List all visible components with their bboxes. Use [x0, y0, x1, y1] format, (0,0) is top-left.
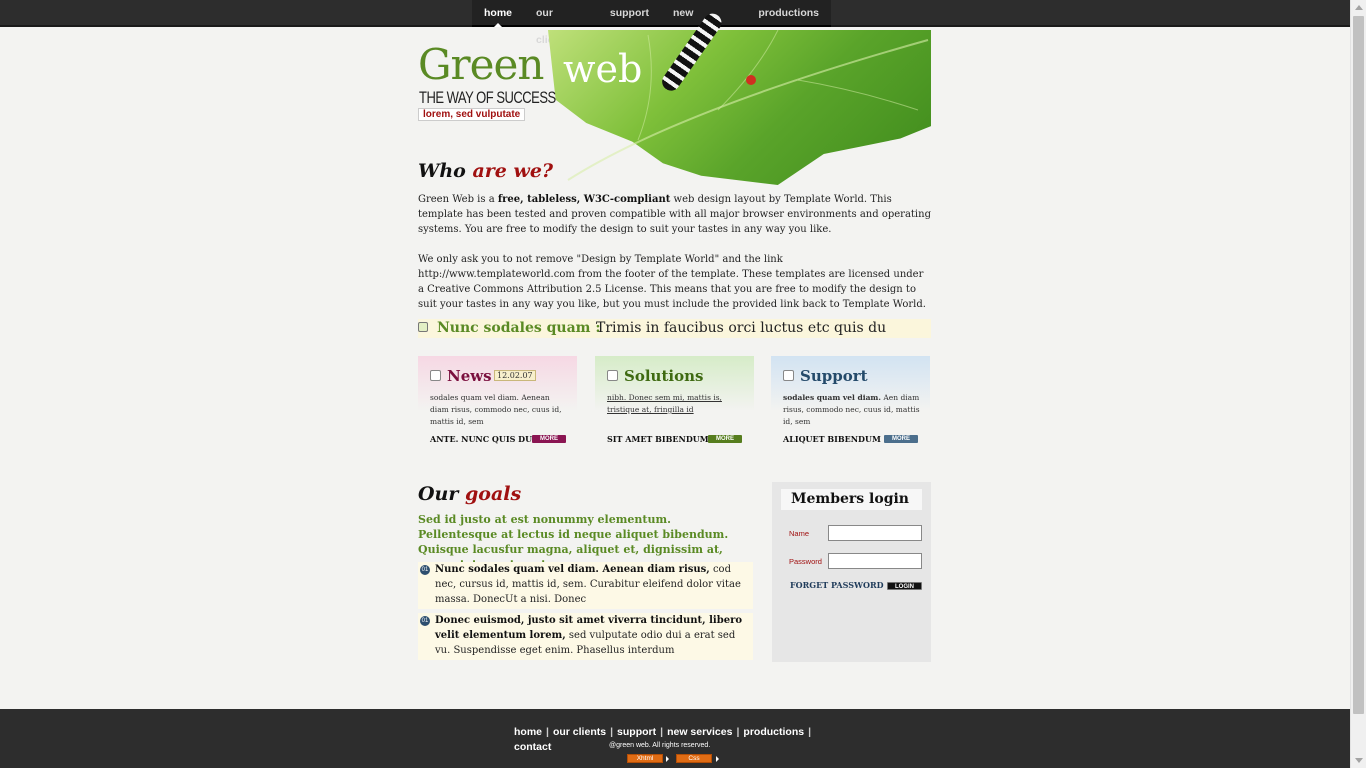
news-icon: [430, 370, 441, 381]
footer: home | our clients | support | new services | pr…: [0, 709, 1350, 768]
news-title: News: [447, 367, 492, 385]
nav-home[interactable]: home: [472, 0, 524, 27]
news-date: 12.02.07: [494, 370, 536, 381]
goal-text: Donec euismod, justo sit amet viverra ti…: [435, 613, 751, 658]
arrow-right-icon: [666, 756, 669, 762]
scroll-down-arrow-icon[interactable]: [1355, 758, 1363, 763]
logo-green-text: Green: [418, 40, 544, 89]
news-box: News 12.02.07 sodales quam vel diam. Aen…: [418, 356, 577, 456]
separator: |: [660, 726, 664, 738]
password-input[interactable]: [828, 553, 922, 569]
intro-paragraph: Green Web is a free, tableless, W3C-comp…: [418, 192, 931, 237]
login-title: Members login: [781, 489, 922, 510]
footer-link-support[interactable]: support: [617, 726, 656, 738]
support-footer: ALIQUET BIBENDUM: [783, 434, 881, 444]
password-label: Password: [789, 557, 822, 566]
goals-title-accent: goals: [465, 483, 522, 505]
support-text: sodales quam vel diam. Aen diam risus, c…: [783, 392, 921, 428]
members-login-panel: Members login Name Password FORGET PASSW…: [772, 482, 931, 662]
forgot-password-link[interactable]: FORGET PASSWORD: [790, 580, 884, 590]
number-badge-icon: 01: [420, 616, 430, 626]
license-paragraph: We only ask you to not remove "Design by…: [418, 254, 926, 310]
number-badge-icon: 01: [420, 565, 430, 575]
nav-productions[interactable]: productions: [746, 0, 831, 25]
logo-tagline: THE WAY OF SUCCESS: [419, 88, 556, 107]
css-badge[interactable]: Css: [676, 754, 712, 763]
goal-item: 01 Donec euismod, justo sit amet viverra…: [418, 613, 753, 660]
news-footer: ANTE. NUNC QUIS DUI: [430, 434, 536, 444]
footer-nav: home | our clients | support | new services | pr…: [514, 725, 824, 755]
copyright-text: @green web. All rights reserved.: [609, 742, 711, 749]
separator: |: [736, 726, 740, 738]
scroll-up-arrow-icon[interactable]: [1355, 5, 1363, 10]
support-more-button[interactable]: MORE: [884, 435, 918, 443]
footer-link-new-services[interactable]: new services: [667, 726, 732, 738]
news-text: sodales quam vel diam. Aenean diam risus…: [430, 393, 562, 426]
scroll-thumb[interactable]: [1353, 16, 1364, 714]
name-label: Name: [789, 529, 810, 538]
support-icon: [783, 370, 794, 381]
separator: |: [610, 726, 614, 738]
support-title: Support: [800, 367, 868, 385]
xhtml-badge[interactable]: Xhtml: [627, 754, 663, 763]
footer-link-contact[interactable]: contact: [514, 741, 551, 753]
note-icon: [418, 322, 428, 332]
solutions-footer: SIT AMET BIBENDUM: [607, 434, 709, 444]
caterpillar-head-image: [746, 75, 756, 85]
intro-text-bold: free, tableless, W3C-compliant: [497, 194, 671, 205]
solutions-title: Solutions: [624, 367, 704, 385]
logo-web-text: web: [563, 47, 643, 91]
goal-text-bold: Nunc sodales quam vel diam. Aenean diam …: [435, 564, 710, 575]
intro-text-a: Green Web is a: [418, 194, 498, 205]
support-box: Support sodales quam vel diam. Aen diam …: [771, 356, 930, 456]
our-goals-heading: Our goals: [418, 483, 521, 505]
footer-link-our-clients[interactable]: our clients: [553, 726, 606, 738]
solutions-more-button[interactable]: MORE: [708, 435, 742, 443]
main-nav: home our clients support new services pr…: [472, 0, 831, 46]
separator: |: [808, 726, 812, 738]
support-text-bold: sodales quam vel diam.: [783, 393, 881, 402]
name-input[interactable]: [828, 525, 922, 541]
who-are-we-heading: Who are we?: [418, 160, 553, 182]
solutions-link[interactable]: nibh. Donec sem mi, mattis is, tristique…: [607, 392, 745, 416]
solutions-icon: [607, 370, 618, 381]
goal-text: Nunc sodales quam vel diam. Aenean diam …: [435, 562, 751, 607]
who-title-accent: are we?: [472, 160, 554, 182]
highlight-text: Trimis in faucibus orci luctus etc quis …: [596, 320, 887, 336]
footer-link-productions[interactable]: productions: [743, 726, 804, 738]
footer-link-home[interactable]: home: [514, 726, 542, 738]
goal-item: 01 Nunc sodales quam vel diam. Aenean di…: [418, 562, 753, 609]
solutions-box: Solutions nibh. Donec sem mi, mattis is,…: [595, 356, 754, 456]
arrow-right-icon: [716, 756, 719, 762]
login-button[interactable]: LOGIN: [887, 582, 922, 590]
goals-title-plain: Our: [418, 483, 459, 505]
who-title-plain: Who: [418, 160, 466, 182]
highlight-bold: Nunc sodales quam :: [437, 320, 601, 336]
nav-our-clients[interactable]: our clients: [524, 0, 598, 46]
news-more-button[interactable]: MORE: [532, 435, 566, 443]
logo-subline: lorem, sed vulputate: [418, 108, 526, 121]
separator: |: [546, 726, 549, 738]
vertical-scrollbar[interactable]: [1350, 0, 1366, 768]
nav-support[interactable]: support: [598, 0, 661, 25]
